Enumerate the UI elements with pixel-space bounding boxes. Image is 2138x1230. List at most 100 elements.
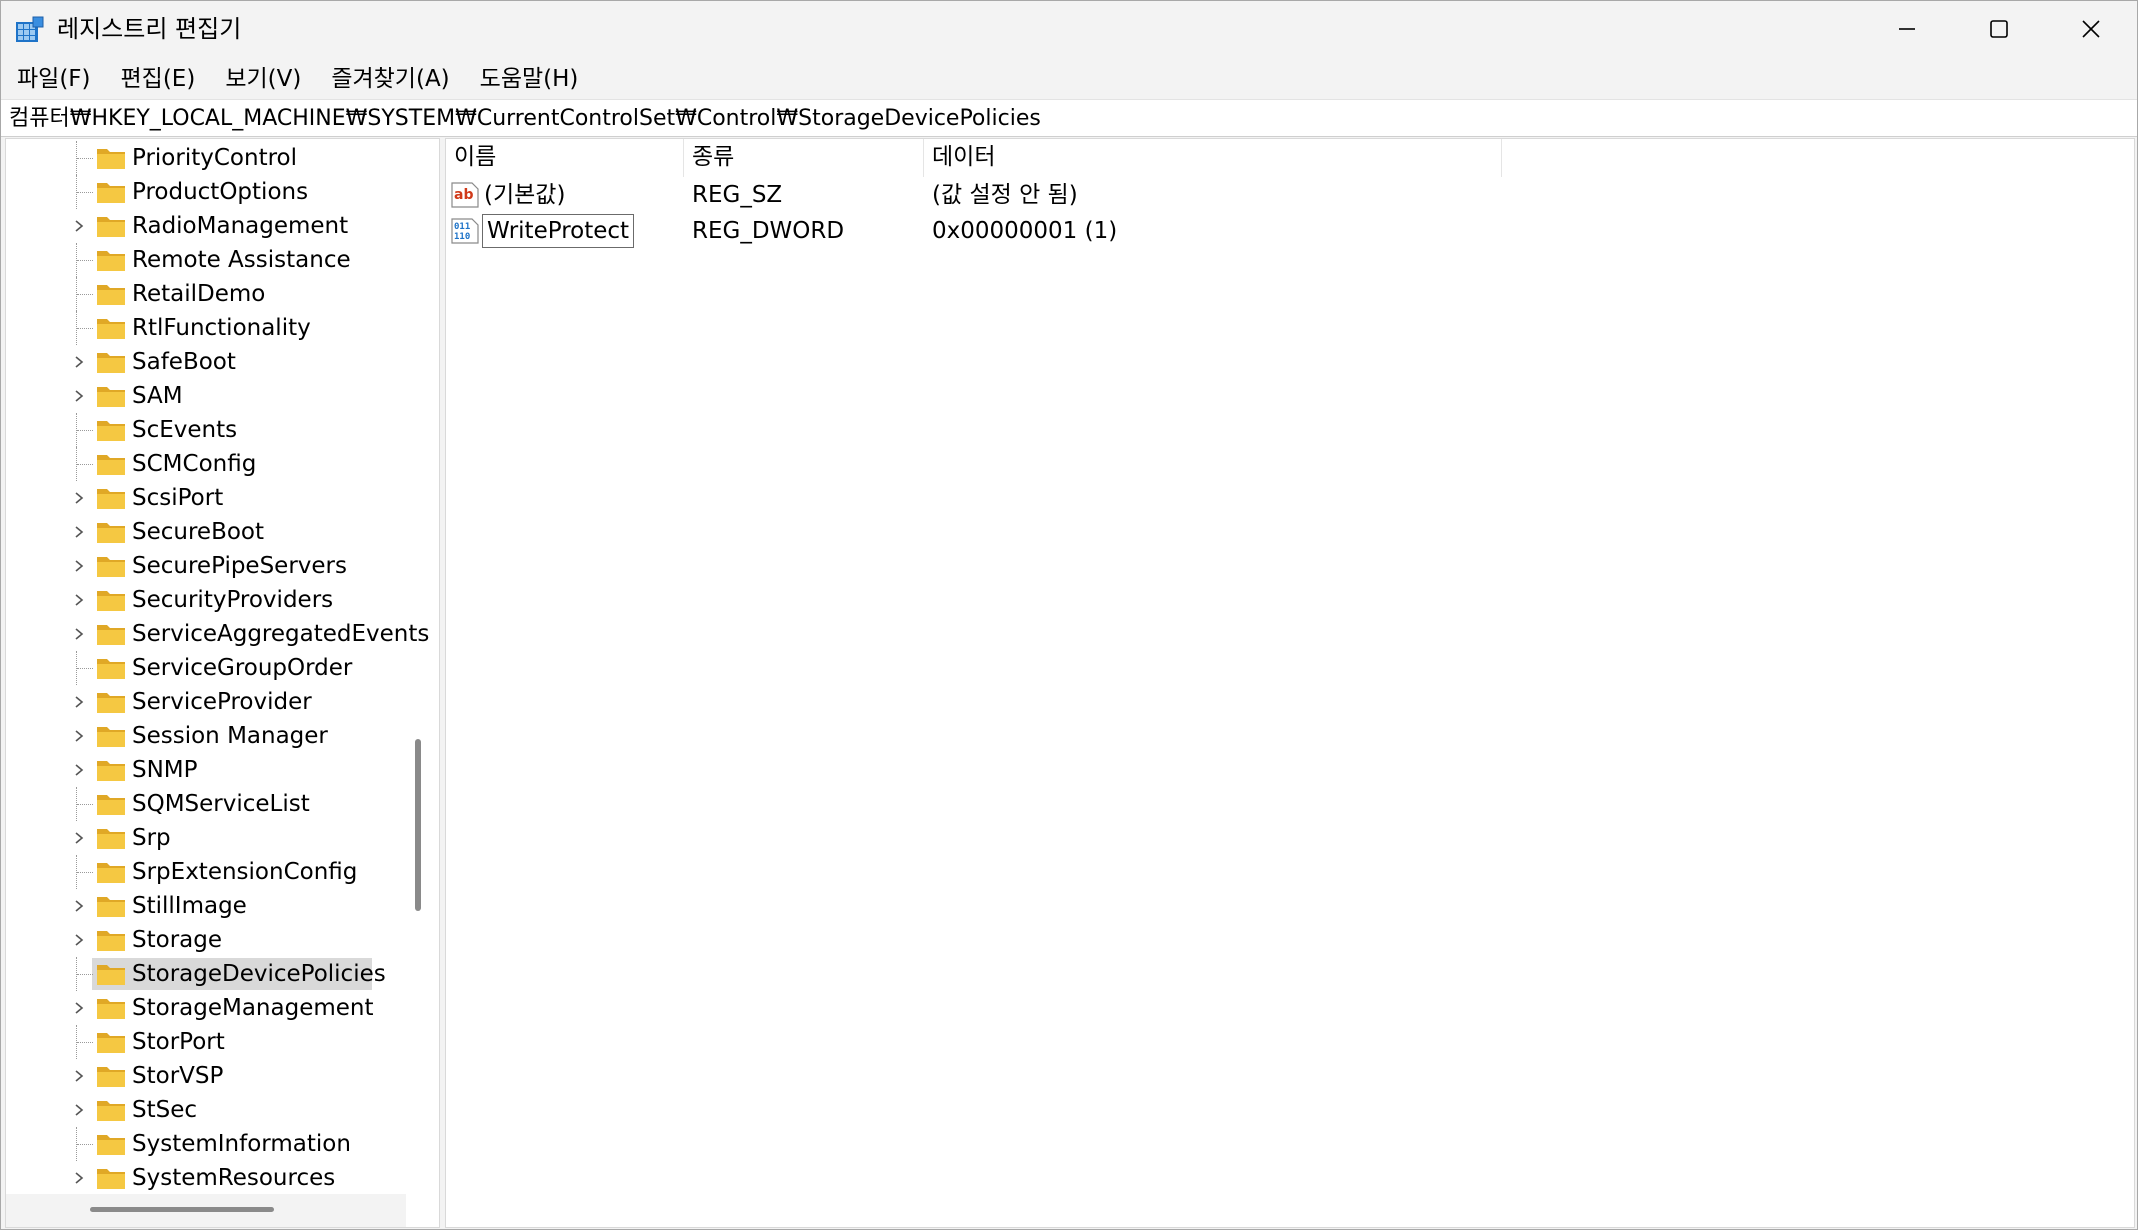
folder-icon <box>97 421 125 441</box>
tree-item-label: ServiceAggregatedEvents <box>132 621 430 647</box>
tree-item-label: RetailDemo <box>132 281 266 307</box>
tree-item[interactable]: SNMP <box>6 753 406 787</box>
minimize-button[interactable] <box>1861 1 1953 57</box>
title-bar[interactable]: 레지스트리 편집기 <box>1 1 2137 57</box>
tree-item[interactable]: StorVSP <box>6 1059 406 1093</box>
chevron-right-icon[interactable] <box>72 593 86 607</box>
value-row-default[interactable]: ab (기본값) REG_SZ (값 설정 안 됨) <box>446 177 1646 213</box>
tree-item[interactable]: SrpExtensionConfig <box>6 855 406 889</box>
tree-item[interactable]: StorageDevicePolicies <box>6 957 406 991</box>
folder-icon <box>97 1169 125 1189</box>
menu-bar: 파일(F) 편집(E) 보기(V) 즐겨찾기(A) 도움말(H) <box>1 59 2137 99</box>
tree-item-label: StorVSP <box>132 1063 224 1089</box>
tree-horizontal-scrollbar[interactable] <box>90 1207 274 1212</box>
folder-icon <box>97 965 125 985</box>
folder-icon <box>97 1101 125 1121</box>
column-header-name[interactable]: 이름 <box>446 139 684 177</box>
chevron-right-icon[interactable] <box>72 695 86 709</box>
tree-item-label: ServiceProvider <box>132 689 312 715</box>
tree-connector <box>77 804 93 805</box>
maximize-button[interactable] <box>1953 1 2045 57</box>
tree-item[interactable]: SAM <box>6 379 406 413</box>
tree-item-label: Storage <box>132 927 222 953</box>
chevron-right-icon[interactable] <box>72 1001 86 1015</box>
close-button[interactable] <box>2045 1 2137 57</box>
tree-connector <box>77 974 93 975</box>
folder-icon <box>97 761 125 781</box>
tree-item[interactable]: ScEvents <box>6 413 406 447</box>
tree-item-label: SAM <box>132 383 183 409</box>
tree-item[interactable]: Session Manager <box>6 719 406 753</box>
registry-editor-window: 레지스트리 편집기 파일(F) 편집(E) 보기(V) 즐겨찾기(A) 도움말(… <box>0 0 2138 1230</box>
chevron-right-icon[interactable] <box>72 1171 86 1185</box>
tree-item[interactable]: SCMConfig <box>6 447 406 481</box>
chevron-right-icon[interactable] <box>72 1069 86 1083</box>
folder-icon <box>97 285 125 305</box>
tree-connector <box>77 430 93 431</box>
chevron-right-icon[interactable] <box>72 933 86 947</box>
tree-item[interactable]: RetailDemo <box>6 277 406 311</box>
tree-item[interactable]: SafeBoot <box>6 345 406 379</box>
tree-item[interactable]: SecurePipeServers <box>6 549 406 583</box>
tree-item[interactable]: StorPort <box>6 1025 406 1059</box>
value-type: REG_DWORD <box>692 218 845 244</box>
address-path[interactable]: 컴퓨터₩HKEY_LOCAL_MACHINE₩SYSTEM₩CurrentCon… <box>9 104 1041 134</box>
column-header-data[interactable]: 데이터 <box>924 139 1502 177</box>
chevron-right-icon[interactable] <box>72 1103 86 1117</box>
menu-edit[interactable]: 편집(E) <box>105 59 210 99</box>
tree-item[interactable]: StillImage <box>6 889 406 923</box>
tree-item[interactable]: ServiceAggregatedEvents <box>6 617 429 651</box>
folder-icon <box>97 591 125 611</box>
tree-item[interactable]: ServiceGroupOrder <box>6 651 406 685</box>
tree-item[interactable]: SecureBoot <box>6 515 406 549</box>
chevron-right-icon[interactable] <box>72 831 86 845</box>
tree-item[interactable]: SystemResources <box>6 1161 406 1195</box>
folder-icon <box>97 625 125 645</box>
tree-item[interactable]: StSec <box>6 1093 406 1127</box>
key-tree-pane[interactable]: PriorityControl ProductOptions RadioManage… <box>5 138 440 1228</box>
address-bar[interactable]: 컴퓨터₩HKEY_LOCAL_MACHINE₩SYSTEM₩CurrentCon… <box>1 99 2137 137</box>
chevron-right-icon[interactable] <box>72 763 86 777</box>
tree-item-label: PriorityControl <box>132 145 297 171</box>
folder-icon <box>97 489 125 509</box>
chevron-right-icon[interactable] <box>72 729 86 743</box>
tree-item[interactable]: ServiceProvider <box>6 685 406 719</box>
chevron-right-icon[interactable] <box>72 491 86 505</box>
menu-favorites[interactable]: 즐겨찾기(A) <box>315 59 463 99</box>
tree-item-label: StillImage <box>132 893 247 919</box>
tree-item[interactable]: SQMServiceList <box>6 787 406 821</box>
tree-item[interactable]: RtlFunctionality <box>6 311 406 345</box>
chevron-right-icon[interactable] <box>72 219 86 233</box>
chevron-right-icon[interactable] <box>72 389 86 403</box>
tree-item-label: StorPort <box>132 1029 225 1055</box>
chevron-right-icon[interactable] <box>72 355 86 369</box>
tree-item[interactable]: SecurityProviders <box>6 583 406 617</box>
menu-help[interactable]: 도움말(H) <box>464 59 593 99</box>
tree-item-label: SNMP <box>132 757 198 783</box>
chevron-right-icon[interactable] <box>72 627 86 641</box>
tree-connector <box>77 158 93 159</box>
folder-icon <box>97 1135 125 1155</box>
column-header-type[interactable]: 종류 <box>684 139 924 177</box>
tree-item[interactable]: StorageManagement <box>6 991 406 1025</box>
value-list-pane[interactable]: 이름 종류 데이터 ab (기본값) REG_SZ (값 설정 안 됨) 011… <box>445 138 2135 1228</box>
tree-item-label: StSec <box>132 1097 198 1123</box>
tree-item-label: RadioManagement <box>132 213 349 239</box>
chevron-right-icon[interactable] <box>72 525 86 539</box>
tree-item[interactable]: Storage <box>6 923 406 957</box>
tree-item[interactable]: ProductOptions <box>6 175 406 209</box>
tree-item[interactable]: PriorityControl <box>6 141 406 175</box>
value-row-writeprotect[interactable]: 011 110 WriteProtect REG_DWORD 0x0000000… <box>446 213 1646 249</box>
tree-item[interactable]: Srp <box>6 821 406 855</box>
tree-item[interactable]: RadioManagement <box>6 209 406 243</box>
menu-view[interactable]: 보기(V) <box>209 59 315 99</box>
minimize-icon <box>1899 28 1915 30</box>
menu-file[interactable]: 파일(F) <box>1 59 105 99</box>
tree-item[interactable]: SystemInformation <box>6 1127 406 1161</box>
folder-icon <box>97 999 125 1019</box>
tree-item[interactable]: Remote Assistance <box>6 243 406 277</box>
tree-item[interactable]: ScsiPort <box>6 481 406 515</box>
tree-vertical-scrollbar[interactable] <box>415 739 421 911</box>
chevron-right-icon[interactable] <box>72 899 86 913</box>
chevron-right-icon[interactable] <box>72 559 86 573</box>
